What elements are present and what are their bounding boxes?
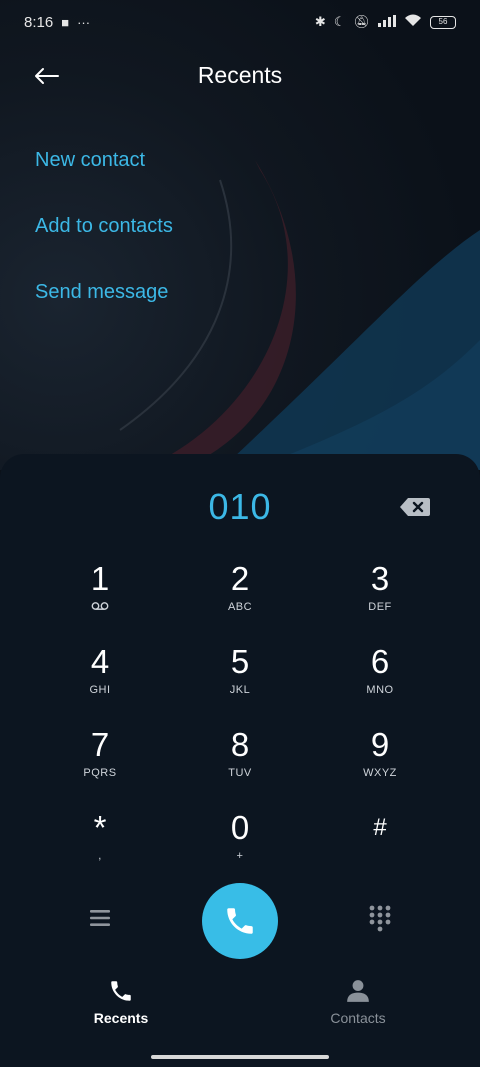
battery-icon: 56 (430, 15, 456, 29)
key-digit: 0 (230, 809, 250, 846)
toggle-dialpad-button[interactable] (368, 904, 392, 932)
key-digit: 5 (230, 643, 250, 680)
key-8[interactable]: 8 TUV (170, 722, 310, 805)
key-digit: 9 (370, 726, 390, 763)
wifi-icon (404, 14, 422, 30)
dial-keypad: 1 2 ABC 3 DEF 4 GHI 5 JKL 6 MNO 7 PQRS 8… (30, 556, 450, 888)
key-digit: 2 (230, 560, 250, 597)
action-menu: New contact Add to contacts Send message (35, 145, 173, 343)
key-digit: 8 (230, 726, 250, 763)
key-2[interactable]: 2 ABC (170, 556, 310, 639)
top-bar: Recents (0, 52, 480, 102)
key-hash[interactable]: # (310, 805, 450, 888)
phone-icon (227, 908, 253, 934)
new-contact-link[interactable]: New contact (35, 145, 173, 211)
key-star[interactable]: * , (30, 805, 170, 888)
key-9[interactable]: 9 WXYZ (310, 722, 450, 805)
call-button[interactable] (202, 883, 278, 959)
person-icon (347, 980, 369, 1002)
notification-icon: ■ (61, 14, 70, 30)
home-indicator[interactable] (151, 1055, 329, 1059)
signal-icon (378, 14, 396, 30)
key-7[interactable]: 7 PQRS (30, 722, 170, 805)
do-not-disturb-icon: ☾ (333, 14, 346, 29)
tab-recents-label: Recents (93, 1010, 149, 1026)
key-digit: 3 (370, 560, 390, 597)
key-letters: TUV (228, 767, 252, 779)
more-notifications-icon: ··· (77, 14, 91, 30)
backspace-icon (400, 498, 430, 516)
status-bar: 8:16 ■ ··· ✱ ☾ 🔕︎ 56 (0, 0, 480, 44)
key-letters: PQRS (83, 767, 117, 779)
page-title: Recents (197, 62, 283, 88)
phone-icon (111, 981, 131, 1001)
bluetooth-icon: ✱ (314, 14, 326, 29)
send-message-link[interactable]: Send message (35, 277, 173, 343)
voicemail-icon (91, 601, 109, 615)
hamburger-menu-icon (90, 910, 110, 926)
key-letters: WXYZ (363, 767, 397, 779)
key-letters: ABC (227, 601, 253, 613)
key-letters: JKL (229, 684, 251, 696)
key-0[interactable]: 0 + (170, 805, 310, 888)
key-digit: # (373, 814, 387, 841)
key-1[interactable]: 1 (30, 556, 170, 639)
key-letters: + (236, 850, 244, 862)
key-letters: GHI (89, 684, 111, 696)
key-digit: * (93, 809, 107, 846)
status-time: 8:16 (24, 13, 54, 31)
backspace-button[interactable] (399, 496, 431, 518)
tab-contacts[interactable]: Contacts (298, 978, 418, 1026)
tab-contacts-label: Contacts (330, 1010, 386, 1026)
tab-recents[interactable]: Recents (61, 978, 181, 1026)
key-digit: 1 (90, 560, 110, 597)
key-letters: , (98, 850, 102, 862)
key-4[interactable]: 4 GHI (30, 639, 170, 722)
silent-icon: 🔕︎ (353, 14, 370, 29)
key-digit: 4 (90, 643, 110, 680)
key-digit: 7 (90, 726, 110, 763)
key-5[interactable]: 5 JKL (170, 639, 310, 722)
key-digit: 6 (370, 643, 390, 680)
key-letters: DEF (368, 601, 392, 613)
bottom-nav: Recents Contacts (0, 972, 480, 1032)
options-menu-button[interactable] (86, 904, 114, 932)
key-6[interactable]: 6 MNO (310, 639, 450, 722)
add-to-contacts-link[interactable]: Add to contacts (35, 211, 173, 277)
key-letters: MNO (366, 684, 394, 696)
dialpad-icon (369, 905, 391, 932)
key-3[interactable]: 3 DEF (310, 556, 450, 639)
